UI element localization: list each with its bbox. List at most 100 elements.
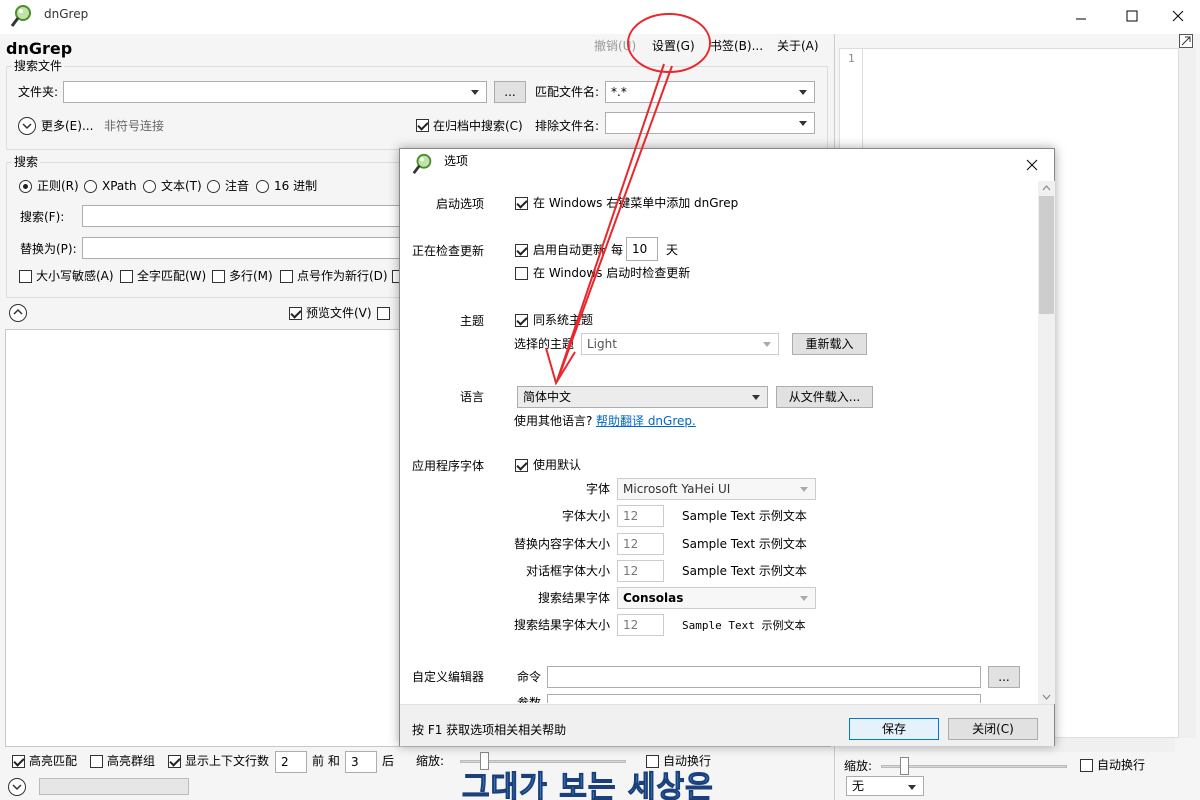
minimize-icon[interactable] xyxy=(1073,10,1089,26)
whole-word-checkbox[interactable] xyxy=(120,270,133,283)
result-font-size-sample: Sample Text 示例文本 xyxy=(682,619,806,632)
highlight-matches-checkbox[interactable] xyxy=(12,755,25,768)
auto-update-checkbox[interactable] xyxy=(515,244,528,257)
menu-settings[interactable]: 设置(G) xyxy=(652,37,695,54)
preview-file-label: 预览文件(V) xyxy=(306,306,372,320)
maximize-icon[interactable] xyxy=(1124,9,1140,25)
search-files-group xyxy=(6,66,828,150)
language-section-label: 语言 xyxy=(459,390,484,404)
dialog-font-size-label: 对话框字体大小 xyxy=(525,564,610,578)
reload-theme-button[interactable]: 重新载入 xyxy=(792,333,867,355)
preview-zoom-slider-thumb[interactable] xyxy=(900,757,909,775)
editor-browse-button[interactable]: ... xyxy=(988,666,1020,688)
search-type-phonetic-radio[interactable] xyxy=(207,180,220,193)
menu-undo[interactable]: 撤销(U) xyxy=(594,37,636,54)
dot-as-newline-label: 点号作为新行(D) xyxy=(297,269,388,283)
case-sensitive-label: 大小写敏感(A) xyxy=(36,269,114,283)
more-options-link[interactable]: 更多(E)... xyxy=(41,118,93,134)
editor-args-input[interactable] xyxy=(547,694,981,703)
search-type-xpath-radio[interactable] xyxy=(84,180,97,193)
search-archives-label: 在归档中搜索(C) xyxy=(433,119,523,133)
search-type-text-radio[interactable] xyxy=(143,180,156,193)
status-expand-icon[interactable] xyxy=(8,778,26,796)
second-preview-checkbox[interactable] xyxy=(377,307,390,320)
follow-system-theme-label: 同系统主题 xyxy=(533,313,594,327)
search-type-hex-radio[interactable] xyxy=(256,180,269,193)
replace-with-input[interactable] xyxy=(82,237,412,259)
result-font-size-input[interactable]: 12 xyxy=(617,614,664,636)
whole-word-label: 全字匹配(W) xyxy=(137,269,207,283)
collapse-up-icon[interactable] xyxy=(9,304,27,322)
search-type-regex-radio[interactable] xyxy=(19,180,32,193)
expand-more-icon[interactable] xyxy=(18,117,36,135)
close-window-icon[interactable] xyxy=(1170,9,1186,25)
search-type-hex-label: 16 进制 xyxy=(274,179,318,193)
load-language-file-button[interactable]: 从文件载入... xyxy=(776,386,873,408)
shell-integration-checkbox[interactable] xyxy=(515,197,528,210)
search-archives-checkbox[interactable] xyxy=(416,119,429,132)
every-label: 每 xyxy=(611,243,624,257)
f1-help-text: 按 F1 获取选项相关相关帮助 xyxy=(412,723,567,737)
scroll-up-icon[interactable] xyxy=(1042,185,1051,191)
context-after-label: 后 xyxy=(382,754,395,768)
theme-combo[interactable]: Light xyxy=(581,333,779,355)
help-translate-link[interactable]: 帮助翻译 dnGrep. xyxy=(596,413,696,429)
app-logo-icon xyxy=(10,5,31,27)
dialog-scrollbar[interactable] xyxy=(1038,181,1055,704)
title-bar: dnGrep xyxy=(0,0,1200,34)
preview-vertical-scrollbar[interactable] xyxy=(1179,48,1196,738)
shell-integration-label: 在 Windows 右键菜单中添加 dnGrep xyxy=(533,196,739,210)
update-section-label: 正在检查更新 xyxy=(411,244,484,258)
context-after-input[interactable]: 3 xyxy=(345,751,377,773)
case-sensitive-checkbox[interactable] xyxy=(19,270,32,283)
editor-command-input[interactable] xyxy=(547,666,981,688)
syntax-combo[interactable]: 无 xyxy=(846,776,924,796)
search-group-label: 搜索 xyxy=(12,154,41,170)
multiline-checkbox[interactable] xyxy=(212,270,225,283)
highlight-groups-label: 高亮群组 xyxy=(107,754,156,768)
search-type-xpath-label: XPath xyxy=(102,179,137,193)
replace-with-label: 替换为(P): xyxy=(20,242,77,256)
symlink-label: 非符号连接 xyxy=(104,119,165,133)
exclude-label: 排除文件名: xyxy=(535,119,600,133)
font-family-combo[interactable]: Microsoft YaHei UI xyxy=(617,478,816,500)
use-default-font-checkbox[interactable] xyxy=(515,459,528,472)
context-before-input[interactable]: 2 xyxy=(275,751,307,773)
zoom-slider-thumb[interactable] xyxy=(480,752,489,770)
dot-as-newline-checkbox[interactable] xyxy=(280,270,293,283)
search-type-regex-label: 正则(R) xyxy=(37,179,79,193)
window-title: dnGrep xyxy=(44,7,89,21)
maximize-preview-icon[interactable] xyxy=(1179,34,1193,48)
highlight-groups-checkbox[interactable] xyxy=(90,755,103,768)
menu-bookmarks[interactable]: 书签(B)... xyxy=(710,37,763,54)
custom-editor-section-label: 自定义编辑器 xyxy=(411,670,484,684)
file-pattern-combo[interactable]: *.* xyxy=(605,81,815,103)
dialog-close-icon[interactable] xyxy=(1025,158,1039,172)
dialog-font-size-input[interactable]: 12 xyxy=(617,560,664,582)
menu-about[interactable]: 关于(A) xyxy=(777,37,819,54)
preview-file-checkbox[interactable] xyxy=(289,307,302,320)
show-context-checkbox[interactable] xyxy=(168,755,181,768)
exclude-pattern-combo[interactable] xyxy=(605,112,815,134)
language-combo[interactable]: 简体中文 xyxy=(517,386,768,408)
preview-word-wrap-checkbox[interactable] xyxy=(1080,759,1093,772)
overlay-korean-text: 그대가 보는 세상은 xyxy=(462,770,714,800)
word-wrap-checkbox[interactable] xyxy=(646,755,659,768)
font-size-input[interactable]: 12 xyxy=(617,505,664,527)
check-on-startup-checkbox[interactable] xyxy=(515,267,528,280)
scrollbar-thumb[interactable] xyxy=(1039,196,1054,314)
follow-system-theme-checkbox[interactable] xyxy=(515,314,528,327)
editor-command-label: 命令 xyxy=(517,670,542,684)
result-font-combo[interactable]: Consolas xyxy=(617,587,816,609)
close-dialog-button[interactable]: 关闭(C) xyxy=(948,718,1038,740)
zoom-label: 缩放: xyxy=(416,754,445,768)
browse-folder-button[interactable]: ... xyxy=(494,81,526,103)
folder-combo[interactable] xyxy=(63,81,487,103)
update-interval-input[interactable]: 10 xyxy=(626,237,658,261)
search-for-input[interactable] xyxy=(82,205,412,227)
search-type-text-label: 文本(T) xyxy=(161,179,202,193)
scroll-down-icon[interactable] xyxy=(1042,694,1051,700)
replace-font-size-input[interactable]: 12 xyxy=(617,533,664,555)
save-button[interactable]: 保存 xyxy=(849,718,939,740)
result-font-size-label: 搜索结果字体大小 xyxy=(513,618,610,632)
